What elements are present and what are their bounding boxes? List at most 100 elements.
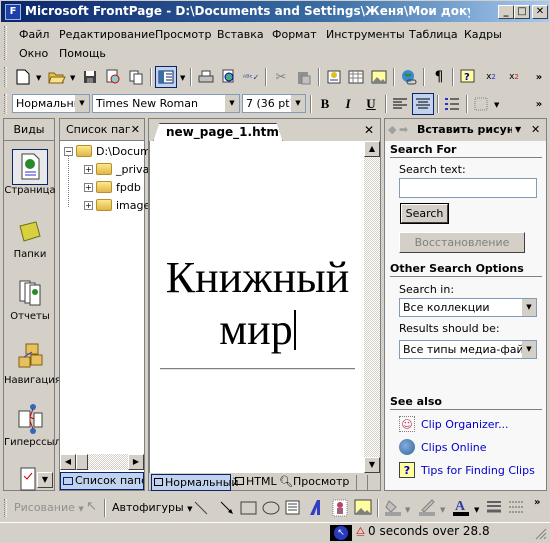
- font-size-dropdown-arrow[interactable]: ▼: [291, 95, 305, 112]
- print-preview-icon[interactable]: [218, 66, 240, 88]
- line-style-icon[interactable]: [486, 500, 502, 514]
- view-reports[interactable]: Отчеты: [4, 275, 56, 322]
- borders-icon[interactable]: [470, 93, 492, 115]
- view-page[interactable]: Страница: [4, 149, 56, 196]
- toolbar-overflow-button[interactable]: »: [528, 66, 550, 88]
- heading-line-2[interactable]: мир: [150, 305, 365, 355]
- minimize-button[interactable]: _: [498, 5, 514, 19]
- folder-list-tab[interactable]: Список папок: [60, 472, 144, 490]
- textbox-tool-icon[interactable]: [285, 500, 301, 516]
- tips-label[interactable]: Tips for Finding Clips: [421, 464, 535, 477]
- tree-item[interactable]: + images: [84, 196, 156, 214]
- clip-organizer-link[interactable]: ☺ Clip Organizer...: [399, 416, 509, 432]
- scroll-left-button[interactable]: ◀: [60, 454, 76, 470]
- menu-table[interactable]: Таблица: [409, 28, 458, 41]
- menu-window[interactable]: Окно: [19, 47, 48, 60]
- expand-icon[interactable]: +: [84, 182, 93, 192]
- forward-arrow-icon[interactable]: ➡: [399, 119, 408, 141]
- oval-tool-icon[interactable]: [262, 501, 280, 515]
- dash-style-icon[interactable]: [508, 500, 524, 514]
- results-dropdown-arrow[interactable]: ▼: [522, 341, 536, 358]
- italic-button[interactable]: I: [337, 93, 359, 115]
- menu-format[interactable]: Формат: [272, 28, 317, 41]
- spelling-icon[interactable]: ᴬᴮᶜ✓: [240, 66, 262, 88]
- toolbar-overflow-button[interactable]: »: [528, 93, 550, 115]
- superscript-icon[interactable]: x2: [503, 66, 525, 88]
- insert-clipart-icon[interactable]: [332, 499, 348, 517]
- search-in-select[interactable]: Все коллекции ▼: [399, 298, 537, 317]
- menu-tools[interactable]: Инструменты: [326, 28, 405, 41]
- folder-list-close-icon[interactable]: ✕: [131, 119, 140, 141]
- wordart-tool-icon[interactable]: [308, 499, 324, 517]
- maximize-button[interactable]: □: [514, 5, 530, 19]
- tab-preview[interactable]: 🔍︎Просмотр: [277, 474, 351, 491]
- search-text-input[interactable]: [399, 178, 537, 198]
- editor-vscrollbar[interactable]: ▲ ▼: [364, 141, 380, 473]
- task-pane-menu-arrow[interactable]: ▼: [515, 119, 521, 141]
- scroll-down-button[interactable]: ▼: [364, 457, 380, 473]
- insert-picture-icon[interactable]: [368, 66, 390, 88]
- menu-view[interactable]: Просмотр: [155, 28, 211, 41]
- scroll-right-button[interactable]: ▶: [128, 454, 144, 470]
- underline-button[interactable]: U: [360, 93, 382, 115]
- show-all-icon[interactable]: ¶: [428, 66, 450, 88]
- fill-color-icon[interactable]: [384, 498, 402, 516]
- insert-picture-from-file-icon[interactable]: [354, 499, 372, 517]
- task-pane-close-icon[interactable]: ✕: [531, 119, 540, 141]
- align-left-icon[interactable]: [389, 93, 411, 115]
- tab-splitter[interactable]: [356, 475, 368, 490]
- tab-html[interactable]: HTML: [233, 474, 279, 491]
- scroll-up-button[interactable]: ▲: [364, 141, 380, 157]
- expand-icon[interactable]: +: [84, 200, 93, 210]
- align-center-icon[interactable]: [412, 93, 434, 115]
- horizontal-rule[interactable]: [160, 368, 355, 370]
- insert-component-icon[interactable]: [323, 66, 345, 88]
- tab-normal[interactable]: Нормальный: [151, 474, 239, 491]
- style-combobox[interactable]: Нормальный ▼: [12, 94, 90, 113]
- cut-icon[interactable]: ✂: [270, 66, 292, 88]
- view-folders[interactable]: Папки: [4, 213, 56, 260]
- resize-grip-icon[interactable]: [534, 527, 547, 540]
- bold-button[interactable]: B: [314, 93, 336, 115]
- document-canvas[interactable]: Книжный мир: [149, 141, 364, 473]
- line-color-icon[interactable]: [418, 498, 436, 516]
- view-navigation[interactable]: Навигация: [4, 339, 61, 386]
- tree-item[interactable]: + fpdb: [84, 178, 141, 196]
- font-combobox[interactable]: Times New Roman ▼: [92, 94, 240, 113]
- menu-frames[interactable]: Кадры: [464, 28, 502, 41]
- clips-online-label[interactable]: Clips Online: [421, 441, 486, 454]
- frontpage-app-icon[interactable]: F: [5, 4, 21, 20]
- menubar-grip[interactable]: [4, 26, 7, 60]
- font-dropdown-arrow[interactable]: ▼: [225, 95, 239, 112]
- fill-color-dropdown[interactable]: ▼: [405, 506, 410, 514]
- heading-line-1[interactable]: Книжный: [150, 253, 365, 303]
- font-color-icon[interactable]: A: [452, 497, 470, 517]
- paste-icon[interactable]: [293, 66, 315, 88]
- folder-list-hscrollbar[interactable]: ◀ ▶: [60, 454, 144, 470]
- results-select[interactable]: Все типы медиа-файлов ▼: [399, 340, 537, 359]
- autoshapes-menu-button[interactable]: Автофигуры ▼: [112, 501, 193, 514]
- style-dropdown-arrow[interactable]: ▼: [75, 95, 89, 112]
- toolbar-grip[interactable]: [4, 499, 7, 517]
- hyperlink-icon[interactable]: [398, 66, 420, 88]
- back-arrow-icon[interactable]: ◆: [388, 119, 396, 141]
- document-tab[interactable]: new_page_1.htm*: [153, 123, 283, 142]
- save-icon[interactable]: [79, 66, 101, 88]
- line-color-dropdown[interactable]: ▼: [440, 506, 445, 514]
- font-color-dropdown[interactable]: ▼: [474, 506, 479, 514]
- line-tool-icon[interactable]: [194, 501, 208, 515]
- print-icon[interactable]: [195, 66, 217, 88]
- search-in-dropdown-arrow[interactable]: ▼: [522, 299, 536, 316]
- arrow-tool-icon[interactable]: [220, 501, 234, 515]
- toolbar-overflow-button[interactable]: »: [534, 497, 540, 508]
- new-page-icon[interactable]: [12, 66, 34, 88]
- rectangle-tool-icon[interactable]: [240, 501, 258, 515]
- restore-button[interactable]: Восстановление: [399, 232, 525, 253]
- close-document-icon[interactable]: ✕: [364, 123, 374, 137]
- pane-dropdown-arrow[interactable]: ▼: [180, 74, 185, 82]
- toolbar-grip[interactable]: [4, 67, 7, 87]
- menu-file[interactable]: Файл: [19, 28, 49, 41]
- insert-table-icon[interactable]: [345, 66, 367, 88]
- clips-online-link[interactable]: Clips Online: [399, 439, 486, 455]
- view-hyperlinks[interactable]: Гиперссылк: [4, 401, 67, 448]
